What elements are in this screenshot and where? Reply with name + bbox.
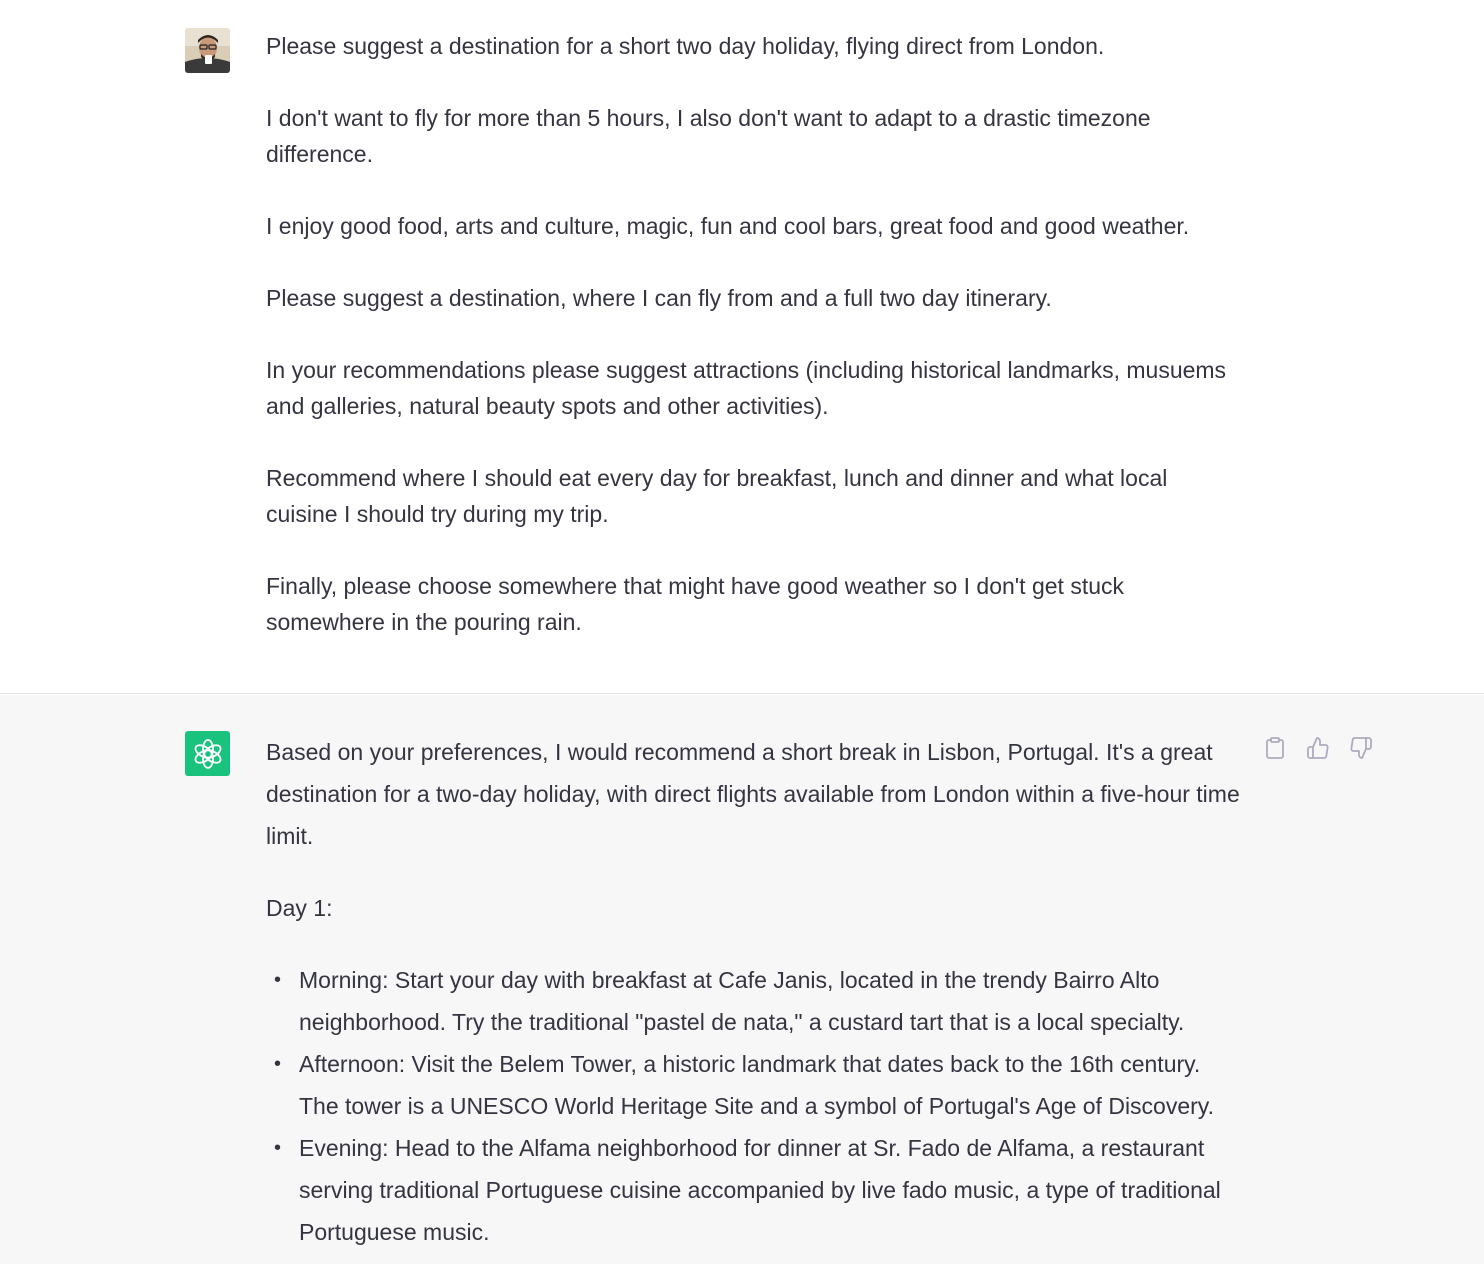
- bullet: •: [274, 1053, 282, 1075]
- user-paragraph: Finally, please choose somewhere that mi…: [266, 573, 1125, 635]
- list-item-text: Afternoon: Visit the Belem Tower, a hist…: [299, 1051, 1214, 1119]
- list-item-text: Morning: Start your day with breakfast a…: [299, 967, 1185, 1035]
- assistant-message-text: Based on your preferences, I would recom…: [266, 731, 1241, 1253]
- user-message-block: Please suggest a destination for a short…: [0, 0, 1484, 694]
- itinerary-list: • Morning: Start your day with breakfast …: [266, 959, 1241, 1253]
- user-paragraph: Please suggest a destination, where I ca…: [266, 285, 1052, 311]
- assistant-message-block: Based on your preferences, I would recom…: [0, 695, 1484, 1264]
- bullet: •: [274, 1137, 282, 1159]
- list-item-text: Evening: Head to the Alfama neighborhood…: [299, 1135, 1221, 1245]
- user-paragraph: In your recommendations please suggest a…: [266, 357, 1227, 419]
- bullet: •: [274, 969, 282, 991]
- user-paragraph: Recommend where I should eat every day f…: [266, 465, 1168, 527]
- user-message-text: Please suggest a destination for a short…: [266, 28, 1241, 640]
- list-item: • Afternoon: Visit the Belem Tower, a his…: [266, 1043, 1241, 1127]
- copy-button[interactable]: [1262, 735, 1288, 761]
- clipboard-icon: [1266, 737, 1284, 759]
- openai-logo-icon: [194, 738, 221, 769]
- message-actions: [1262, 735, 1374, 761]
- user-paragraph: I enjoy good food, arts and culture, mag…: [266, 213, 1190, 239]
- user-avatar: [185, 28, 230, 73]
- assistant-avatar: [185, 731, 230, 776]
- user-paragraph: Please suggest a destination for a short…: [266, 33, 1105, 59]
- user-paragraph: I don't want to fly for more than 5 hour…: [266, 105, 1151, 167]
- assistant-intro: Based on your preferences, I would recom…: [266, 739, 1240, 849]
- thumbs-up-button[interactable]: [1305, 735, 1331, 761]
- day-heading: Day 1:: [266, 895, 333, 921]
- list-item: • Evening: Head to the Alfama neighborhoo…: [266, 1127, 1241, 1253]
- thumbs-up-icon: [1307, 737, 1329, 759]
- thumbs-down-icon: [1350, 737, 1372, 759]
- thumbs-down-button[interactable]: [1348, 735, 1374, 761]
- user-avatar-photo-icon: [185, 28, 230, 73]
- list-item: • Morning: Start your day with breakfast …: [266, 959, 1241, 1043]
